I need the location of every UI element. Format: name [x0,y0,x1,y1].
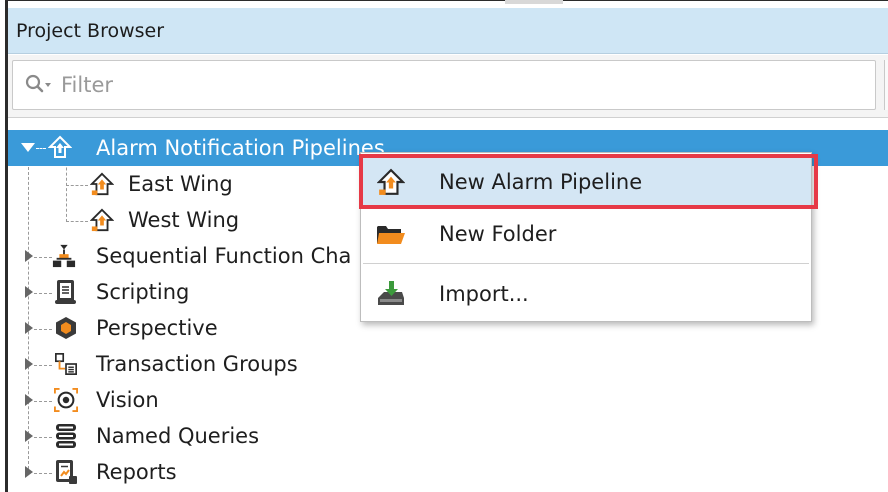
alarm-pipeline-icon [90,172,114,196]
tree-item-label: Vision [96,388,159,412]
expand-arrow-icon[interactable] [18,137,38,157]
filter-bar: Filter [8,55,888,117]
menu-item-label: New Folder [439,222,557,246]
filter-side-button[interactable] [884,60,888,110]
script-icon [54,280,78,304]
tree-item-transaction-groups[interactable]: Transaction Groups [8,346,888,382]
splitter-handle[interactable] [505,0,563,4]
tree-item-label: Scripting [96,280,190,304]
tree-connector [36,148,46,149]
transaction-groups-icon [54,352,78,376]
tree-item-label: Sequential Function Cha [96,244,352,268]
tree-item-reports[interactable]: Reports [8,454,888,490]
sfc-icon [52,244,76,268]
expand-arrow-icon[interactable] [22,284,36,300]
tree-item-vision[interactable]: Vision [8,382,888,418]
tree-item-label: Perspective [96,316,218,340]
menu-item-label: Import... [439,282,529,306]
panel-title: Project Browser [16,19,165,42]
filter-placeholder: Filter [61,73,114,97]
expand-arrow-icon[interactable] [22,392,36,408]
alarm-pipeline-icon [90,208,114,232]
folder-icon [375,218,407,250]
named-queries-icon [54,424,78,448]
menu-item-import[interactable]: Import... [361,269,811,319]
menu-separator [363,263,809,264]
tree-item-label: Named Queries [96,424,260,448]
tree-item-label: Transaction Groups [96,352,298,376]
expand-arrow-icon[interactable] [22,248,36,264]
tree-item-label: West Wing [128,208,240,232]
tree-item-label: East Wing [128,172,233,196]
panel-header: Project Browser [8,8,888,54]
alarm-pipeline-icon [48,135,72,159]
expand-arrow-icon[interactable] [22,320,36,336]
import-icon [375,278,407,310]
vision-icon [54,388,78,412]
reports-icon [54,460,78,484]
tree-item-label: Alarm Notification Pipelines [96,136,385,160]
tree-item-label: Reports [96,460,177,484]
filter-input[interactable]: Filter [12,60,876,110]
expand-arrow-icon[interactable] [22,428,36,444]
perspective-icon [54,316,78,340]
tree-item-named-queries[interactable]: Named Queries [8,418,888,454]
menu-item-new-folder[interactable]: New Folder [361,209,811,259]
callout-highlight [359,154,818,209]
expand-arrow-icon[interactable] [22,356,36,372]
search-icon[interactable] [25,74,53,96]
project-browser-panel: Project Browser Filter Alarm Notificatio… [0,0,888,492]
window-top-border [5,0,888,6]
expand-arrow-icon[interactable] [22,464,36,480]
